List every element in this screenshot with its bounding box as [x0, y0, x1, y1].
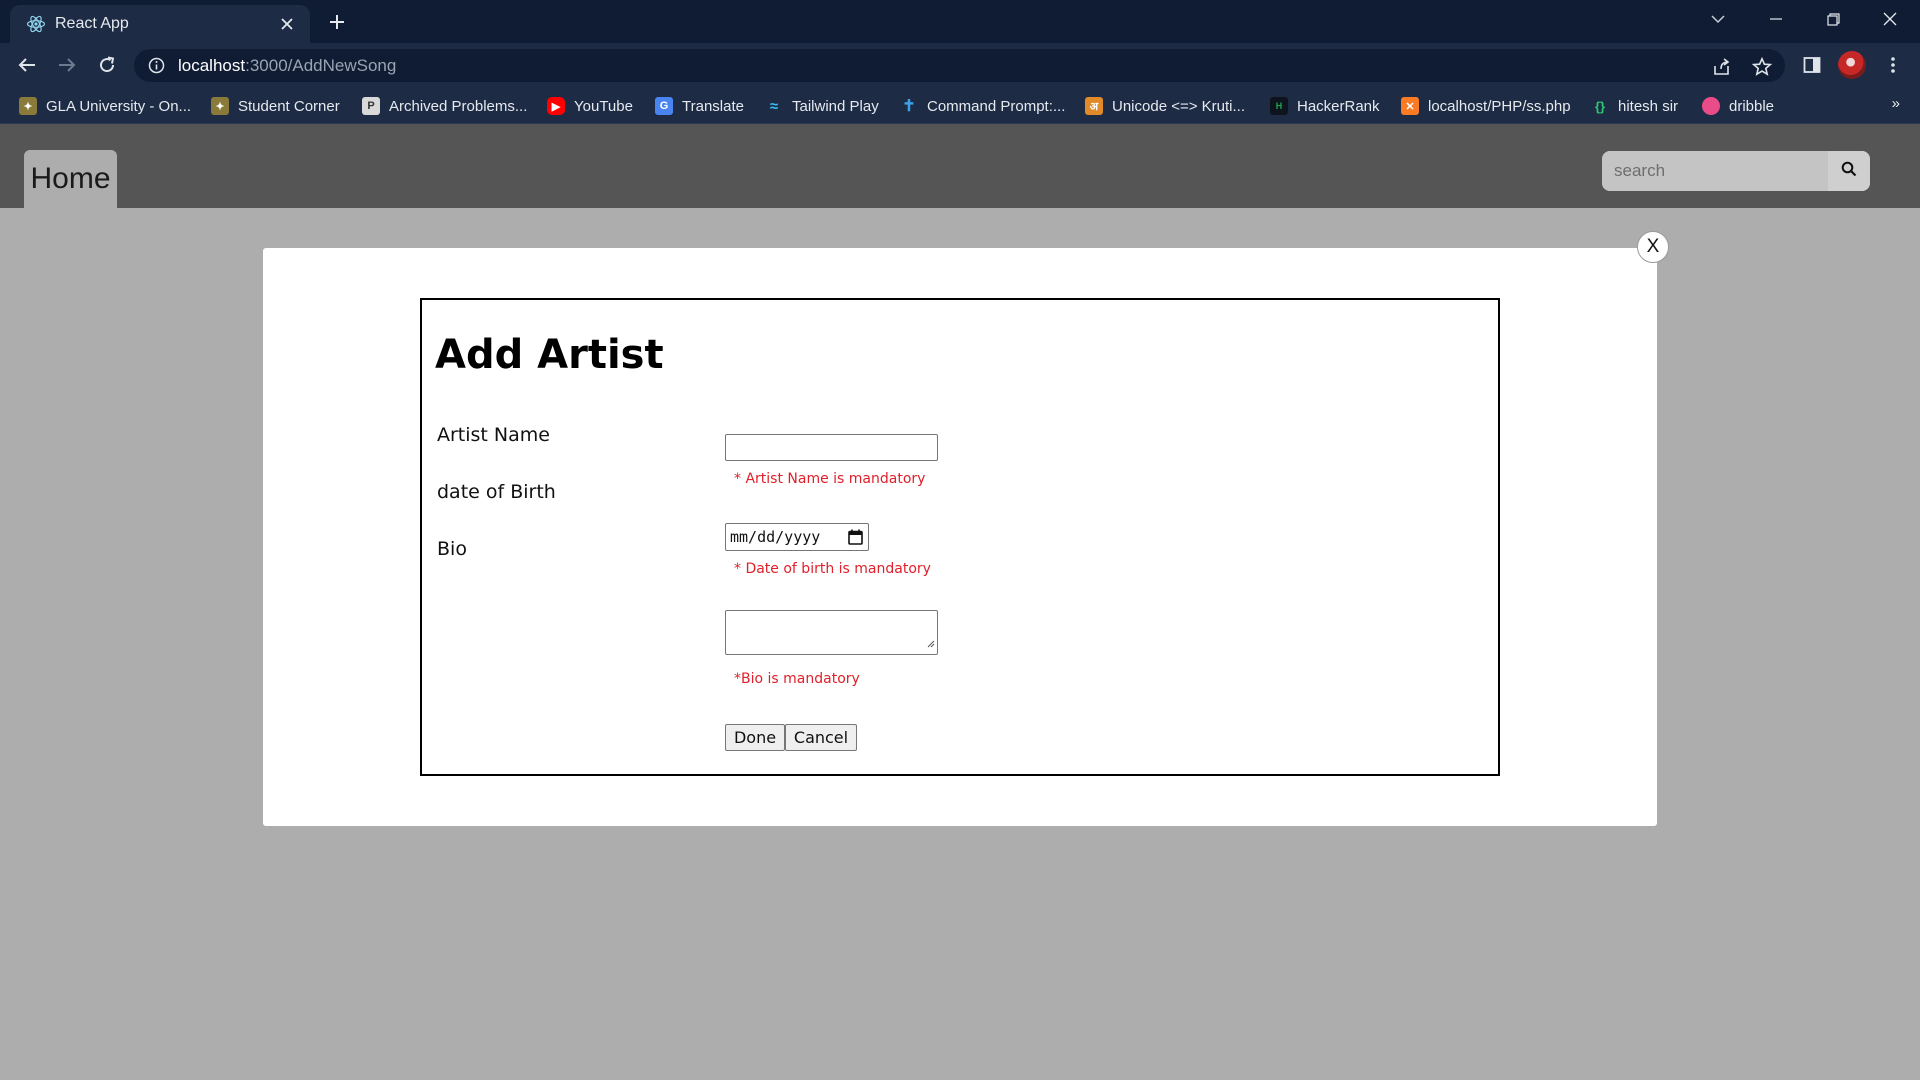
bookmark-student-corner[interactable]: ✦ Student Corner [211, 95, 340, 117]
unicode-icon: अ [1085, 97, 1103, 115]
bookmark-hackerrank[interactable]: H HackerRank [1270, 95, 1380, 117]
close-window-icon[interactable] [1862, 0, 1918, 38]
share-icon[interactable] [1711, 56, 1733, 78]
browser-titlebar: React App [0, 0, 1920, 43]
bookmarks-bar: ✦ GLA University - On... ✦ Student Corne… [0, 86, 1920, 124]
search-button[interactable] [1828, 151, 1870, 191]
gla-icon: ✦ [211, 97, 229, 115]
profile-avatar[interactable] [1838, 51, 1866, 79]
dribbble-icon [1702, 97, 1720, 115]
bookmark-label: dribble [1729, 97, 1775, 115]
url-text: localhost:3000/AddNewSong [178, 56, 397, 75]
bookmark-label: hitesh sir [1618, 97, 1679, 115]
bookmark-hitesh-sir[interactable]: {} hitesh sir [1591, 95, 1678, 117]
tab-close-icon[interactable] [274, 11, 300, 37]
browser-tab[interactable]: React App [10, 5, 310, 43]
app-navbar: Home [0, 124, 1920, 208]
side-panel-icon[interactable] [1796, 49, 1828, 81]
react-icon [26, 14, 46, 34]
home-link[interactable]: Home [24, 150, 117, 208]
bookmark-label: Command Prompt:... [927, 97, 1066, 115]
dob-input[interactable]: mm/dd/yyyy [725, 523, 869, 551]
tailwind-icon: ≈ [769, 97, 779, 115]
search-box [1602, 151, 1870, 191]
bookmark-unicode-kruti[interactable]: अ Unicode <=> Kruti... [1085, 95, 1245, 117]
cross-icon: ✝ [902, 98, 916, 115]
pe-icon: P [362, 97, 380, 115]
code-icon: {} [1594, 98, 1606, 114]
hackerrank-icon: H [1270, 97, 1288, 115]
bookmark-dribble[interactable]: dribble [1702, 95, 1774, 117]
dob-label: date of Birth [437, 481, 556, 503]
new-tab-icon[interactable] [322, 7, 352, 37]
youtube-icon: ▶ [547, 97, 565, 115]
form-title: Add Artist [435, 332, 664, 378]
site-info-icon[interactable] [148, 57, 165, 78]
tab-search-icon[interactable] [1690, 0, 1746, 38]
artist-name-label: Artist Name [437, 424, 550, 446]
bio-label: Bio [437, 538, 467, 560]
dob-error: * Date of birth is mandatory [734, 561, 931, 577]
forward-icon[interactable] [51, 49, 83, 81]
done-button[interactable]: Done [725, 724, 785, 751]
date-placeholder: mm/dd/yyyy [730, 528, 821, 546]
gla-icon: ✦ [19, 97, 37, 115]
bookmark-label: Tailwind Play [792, 97, 879, 115]
resize-handle-icon[interactable] [926, 633, 935, 652]
browser-toolbar: localhost:3000/AddNewSong [0, 43, 1920, 86]
modal-close-button[interactable]: X [1637, 231, 1669, 263]
bookmark-localhost-php[interactable]: ✕ localhost/PHP/ss.php [1401, 95, 1571, 117]
bookmark-youtube[interactable]: ▶ YouTube [547, 95, 633, 117]
xampp-icon: ✕ [1401, 97, 1419, 115]
search-icon [1841, 161, 1857, 181]
bookmark-tailwind-play[interactable]: ≈ Tailwind Play [765, 95, 879, 117]
translate-icon: G [655, 97, 673, 115]
cancel-button[interactable]: Cancel [785, 724, 857, 751]
artist-name-input[interactable] [725, 434, 938, 461]
bookmark-label: YouTube [574, 97, 633, 115]
bookmark-translate[interactable]: G Translate [655, 95, 744, 117]
back-icon[interactable] [11, 49, 43, 81]
bio-textarea[interactable] [725, 610, 938, 655]
calendar-icon[interactable] [848, 529, 863, 549]
tab-title: React App [55, 15, 129, 32]
star-icon[interactable] [1751, 56, 1773, 78]
artist-name-error: * Artist Name is mandatory [734, 471, 926, 487]
search-input[interactable] [1602, 151, 1828, 191]
bookmark-gla-university[interactable]: ✦ GLA University - On... [19, 95, 191, 117]
bookmark-label: GLA University - On... [46, 97, 192, 115]
bookmark-command-prompt[interactable]: ✝ Command Prompt:... [900, 95, 1065, 117]
bookmarks-overflow-icon[interactable]: » [1892, 95, 1900, 112]
restore-icon[interactable] [1805, 0, 1861, 38]
bookmark-label: Unicode <=> Kruti... [1112, 97, 1245, 115]
menu-icon[interactable] [1877, 49, 1909, 81]
bookmark-label: Translate [682, 97, 744, 115]
bookmark-label: HackerRank [1297, 97, 1380, 115]
bio-error: *Bio is mandatory [734, 671, 860, 687]
address-bar[interactable]: localhost:3000/AddNewSong [134, 49, 1785, 82]
bookmark-label: Student Corner [238, 97, 340, 115]
bookmark-label: Archived Problems... [389, 97, 528, 115]
minimize-icon[interactable] [1748, 0, 1804, 38]
bookmark-archived-problems[interactable]: P Archived Problems... [362, 95, 527, 117]
bookmark-label: localhost/PHP/ss.php [1428, 97, 1571, 115]
reload-icon[interactable] [91, 49, 123, 81]
